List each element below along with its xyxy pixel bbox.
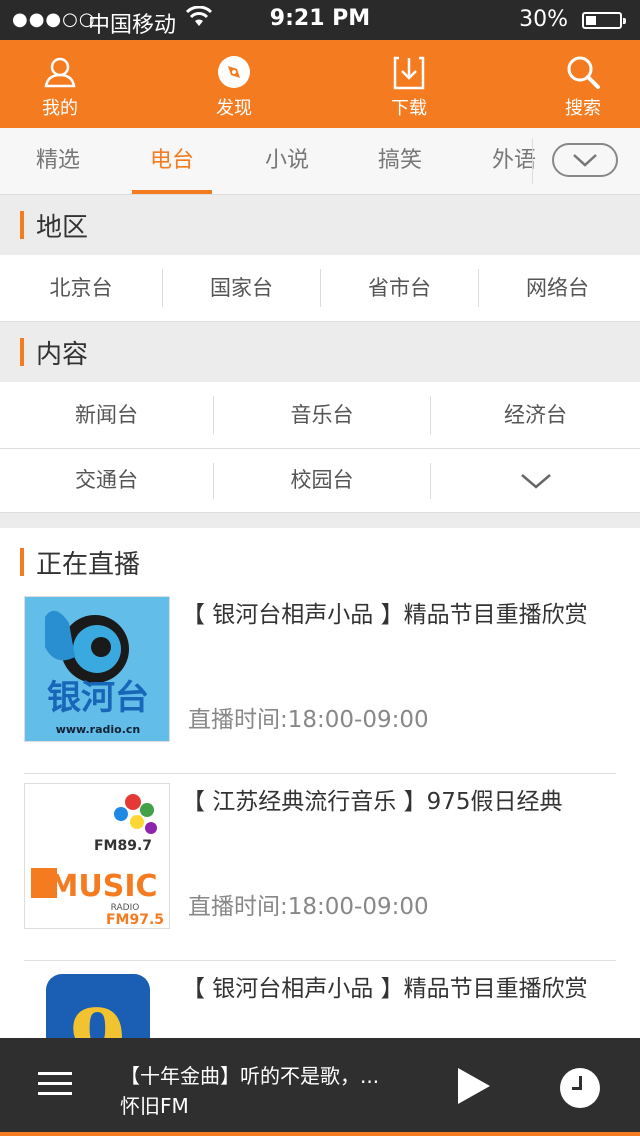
section-marker [20, 548, 24, 576]
live-item[interactable]: FM89.7 MUSIC RADIO FM97.5 【 江苏经典流行音乐 】97… [0, 775, 640, 961]
content-music[interactable]: 音乐台 [214, 382, 430, 448]
program-title: 【 银河台相声小品 】精品节目重播欣赏 [182, 602, 588, 628]
divider [24, 773, 616, 774]
nav-discover[interactable]: 发现 [174, 40, 294, 128]
logo-url: www.radio.cn [56, 723, 141, 736]
user-icon [44, 57, 76, 88]
live-title: 正在直播 [36, 550, 141, 580]
nav-discover-label: 发现 [216, 98, 252, 119]
progress-line [0, 1132, 640, 1136]
program-title: 【 江苏经典流行音乐 】975假日经典 [182, 789, 563, 815]
tab-featured[interactable]: 精选 [8, 128, 108, 194]
radio-logo-image: 9 [46, 974, 150, 1038]
content-traffic[interactable]: 交通台 [0, 449, 213, 512]
region-section-header: 地区 [0, 195, 640, 255]
top-navigation: 我的 发现 下载 搜索 [0, 40, 640, 128]
nav-my-label: 我的 [42, 98, 78, 119]
chevron-down-icon [573, 154, 597, 167]
compass-icon [218, 56, 250, 88]
download-icon [393, 56, 425, 90]
now-playing-title[interactable]: 【十年金曲】听的不是歌，... [120, 1060, 420, 1089]
search-icon [567, 56, 600, 89]
section-marker [20, 211, 24, 239]
station-logo: 9 [24, 970, 170, 1038]
logo-text: 9 [69, 991, 127, 1038]
chevron-down-icon [521, 474, 551, 489]
tab-foreign-language[interactable]: 外语 [464, 128, 564, 194]
region-beijing[interactable]: 北京台 [0, 255, 162, 321]
section-gap [0, 513, 640, 528]
now-playing-station[interactable]: 怀旧FM [120, 1090, 189, 1119]
content-campus[interactable]: 校园台 [214, 449, 430, 512]
broadcast-time: 直播时间:18:00-09:00 [188, 707, 429, 733]
status-bar: ●●●○○ 中国移动 9:21 PM 30% [0, 0, 640, 40]
nav-my[interactable]: 我的 [0, 40, 120, 128]
playlist-menu-icon[interactable] [38, 1070, 72, 1098]
category-tabs: 精选 电台 小说 搞笑 外语 [0, 128, 640, 195]
region-title: 地区 [36, 213, 89, 243]
region-national[interactable]: 国家台 [163, 255, 320, 321]
battery-percent: 30% [519, 7, 568, 32]
live-item[interactable]: 9 【 银河台相声小品 】精品节目重播欣赏 [0, 962, 640, 1038]
more-tabs-button[interactable] [552, 143, 618, 177]
tab-divider [532, 138, 533, 184]
nav-download[interactable]: 下载 [349, 40, 469, 128]
radio-logo-image: FM89.7 MUSIC RADIO FM97.5 [25, 784, 169, 928]
nav-search[interactable]: 搜索 [523, 40, 640, 128]
content-news[interactable]: 新闻台 [0, 382, 213, 448]
region-provincial[interactable]: 省市台 [321, 255, 478, 321]
active-tab-indicator [132, 190, 212, 194]
live-item[interactable]: 银河台 www.radio.cn 【 银河台相声小品 】精品节目重播欣赏 直播时… [0, 588, 640, 774]
divider [24, 960, 616, 961]
content-economy[interactable]: 经济台 [431, 382, 640, 448]
station-logo: 银河台 www.radio.cn [24, 596, 170, 742]
logo-frequency: FM97.5 [106, 912, 164, 928]
logo-text: MUSIC [49, 869, 158, 904]
content-section-header: 内容 [0, 322, 640, 382]
nav-search-label: 搜索 [565, 98, 601, 119]
section-marker [20, 338, 24, 366]
live-section-header: 正在直播 [0, 528, 640, 588]
content-row-2: 交通台 校园台 [0, 449, 640, 513]
mini-player: 【十年金曲】听的不是歌，... 怀旧FM [0, 1038, 640, 1136]
tab-radio[interactable]: 电台 [122, 128, 222, 194]
tab-comedy[interactable]: 搞笑 [350, 128, 450, 194]
program-title: 【 银河台相声小品 】精品节目重播欣赏 [182, 976, 588, 1002]
nav-download-label: 下载 [391, 98, 427, 119]
radio-logo-image: 银河台 www.radio.cn [25, 597, 169, 741]
content-expand-button[interactable] [431, 449, 640, 512]
content-title: 内容 [36, 340, 89, 370]
logo-text: 银河台 [47, 678, 149, 718]
timer-clock-icon[interactable] [560, 1068, 600, 1108]
region-row: 北京台 国家台 省市台 网络台 [0, 255, 640, 322]
battery-icon [582, 12, 626, 29]
content-row-1: 新闻台 音乐台 经济台 [0, 382, 640, 449]
broadcast-time: 直播时间:18:00-09:00 [188, 894, 429, 920]
station-logo: FM89.7 MUSIC RADIO FM97.5 [24, 783, 170, 929]
region-internet[interactable]: 网络台 [479, 255, 636, 321]
tab-novel[interactable]: 小说 [237, 128, 337, 194]
play-icon[interactable] [458, 1068, 490, 1104]
logo-frequency: FM89.7 [94, 838, 152, 854]
